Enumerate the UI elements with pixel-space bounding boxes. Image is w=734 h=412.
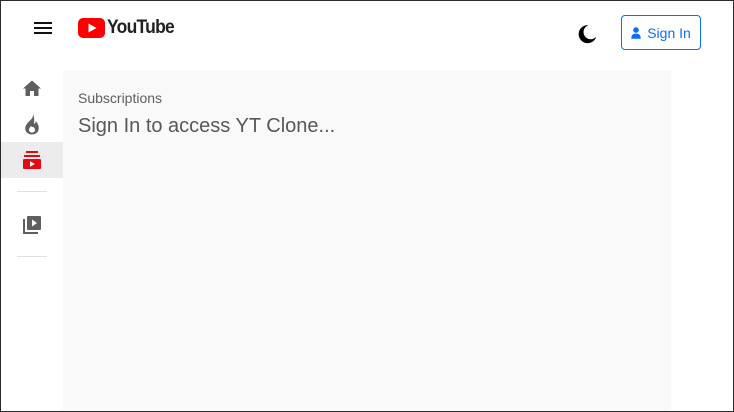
user-icon [631,26,641,39]
sidebar-item-subscriptions[interactable] [1,142,63,178]
main-content: Subscriptions Sign In to access YT Clone… [63,70,671,411]
sidebar-divider [17,191,47,192]
video-library-icon [23,216,41,234]
logo-text: YouTube [107,17,175,38]
youtube-play-icon [78,18,105,38]
sign-in-message: Sign In to access YT Clone... [78,115,336,137]
fire-icon [25,114,39,135]
hamburger-menu-icon [34,22,52,34]
youtube-logo[interactable]: YouTube [78,16,180,40]
sidebar-divider [17,256,47,257]
menu-button[interactable] [29,15,57,41]
theme-toggle-button[interactable] [575,22,599,46]
sidebar [1,70,63,411]
sidebar-item-trending[interactable] [1,106,63,142]
sidebar-item-library[interactable] [1,207,63,243]
breadcrumb: Subscriptions [78,90,163,106]
home-icon [23,80,41,96]
sidebar-item-home[interactable] [1,70,63,106]
subscriptions-icon [23,151,41,169]
moon-icon [578,25,597,44]
sign-in-label: Sign In [647,24,691,41]
app-window: YouTube Sign In Subscriptions Sign In to… [0,0,734,412]
sign-in-button[interactable]: Sign In [621,15,701,50]
